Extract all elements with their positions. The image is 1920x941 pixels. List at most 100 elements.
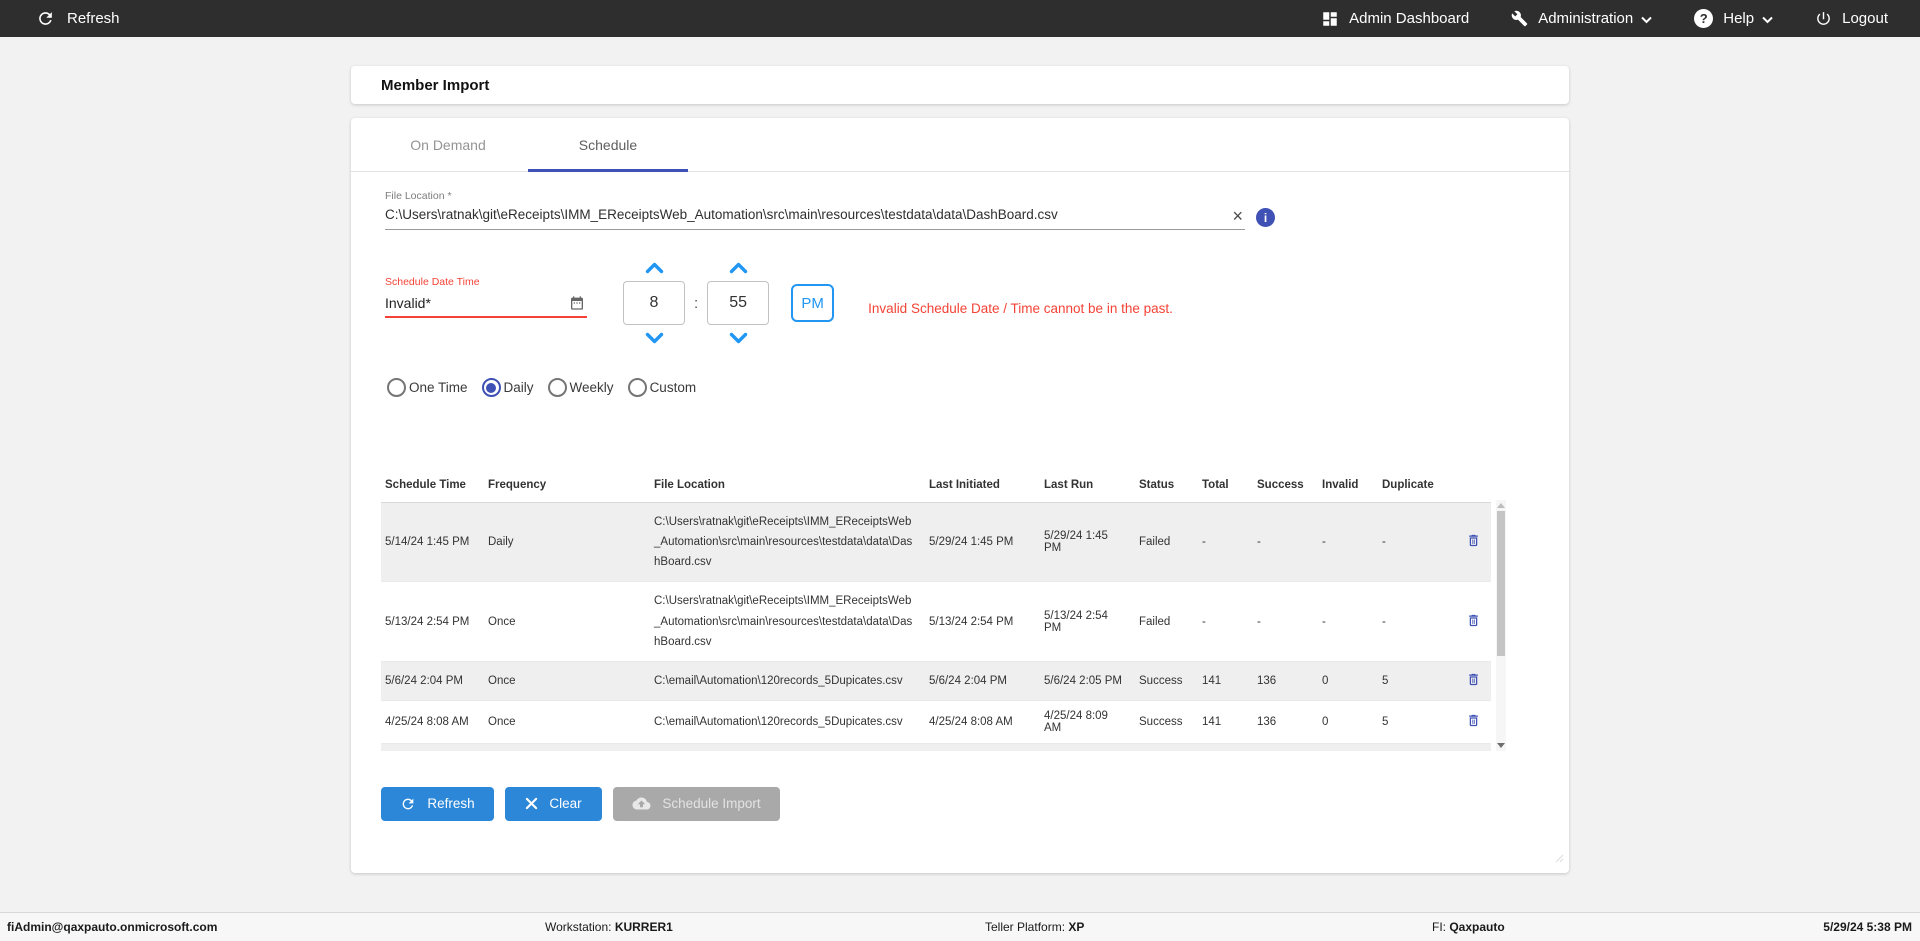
navbar-logout-button[interactable]: Logout (1815, 10, 1888, 27)
navbar-admin-dashboard[interactable]: Admin Dashboard (1321, 10, 1469, 28)
schedule-date-input[interactable]: Invalid* (385, 288, 587, 318)
navbar-help-menu[interactable]: ? Help (1694, 9, 1773, 28)
col-duplicate: Duplicate (1378, 473, 1456, 503)
scrollbar-down-arrow-icon[interactable] (1497, 742, 1505, 748)
col-file-location: File Location (650, 473, 925, 503)
cell-status: Failed (1135, 581, 1198, 662)
time-colon: : (694, 294, 699, 312)
table-row: 5/14/24 1:45 PM Daily C:\Users\ratnak\gi… (381, 502, 1491, 583)
schedule-import-button[interactable]: Schedule Import (613, 786, 780, 821)
cell-last-run: 5/29/24 1:45 PM (1040, 502, 1135, 583)
table-row: 5/13/24 2:54 PM Once C:\Users\ratnak\git… (381, 581, 1491, 662)
cell-last-initiated: 5/29/24 1:45 PM (925, 502, 1040, 583)
minute-value: 55 (729, 294, 748, 311)
info-icon[interactable]: i (1256, 208, 1275, 227)
member-import-panel: On Demand Schedule File Location * C:\Us… (351, 118, 1569, 873)
cell-file-location: C:\email\Automation\120records_5Dupicate… (650, 661, 925, 701)
page-title-card: Member Import (351, 66, 1569, 104)
minute-decrement-button[interactable] (723, 330, 754, 346)
resize-grip-icon (1555, 850, 1564, 868)
cell-last-run: 5/6/24 2:05 PM (1040, 661, 1135, 701)
cell-duplicate: - (1378, 581, 1456, 662)
radio-circle-icon (547, 378, 567, 397)
hour-increment-button[interactable] (639, 260, 670, 276)
schedule-error-message: Invalid Schedule Date / Time cannot be i… (868, 300, 1173, 316)
refresh-icon (400, 796, 416, 812)
radio-weekly-label: Weekly (569, 380, 614, 395)
navbar-help-label: Help (1723, 10, 1755, 27)
cell-total: - (1198, 502, 1253, 583)
radio-custom-label: Custom (649, 380, 697, 395)
tab-on-demand[interactable]: On Demand (368, 118, 528, 171)
col-invalid: Invalid (1318, 473, 1378, 503)
footer-fi-value: Qaxpauto (1449, 920, 1505, 934)
minute-increment-button[interactable] (723, 260, 754, 276)
footer-teller-platform: Teller Platform: XP (985, 920, 1084, 934)
table-bottom-strip (381, 743, 1491, 751)
delete-schedule-button[interactable] (1466, 712, 1481, 729)
cell-file-location: C:\Users\ratnak\git\eReceipts\IMM_ERecei… (650, 581, 925, 662)
cell-file-location: C:\Users\ratnak\git\eReceipts\IMM_ERecei… (650, 502, 925, 583)
cell-frequency: Daily (484, 502, 650, 583)
table-scrollbar[interactable] (1496, 500, 1506, 751)
help-icon: ? (1694, 9, 1714, 28)
cell-last-initiated: 5/13/24 2:54 PM (925, 581, 1040, 662)
file-location-input[interactable]: C:\Users\ratnak\git\eReceipts\IMM_ERecei… (385, 207, 1275, 230)
navbar-admin-dashboard-label: Admin Dashboard (1349, 10, 1470, 27)
navbar-refresh-button[interactable]: Refresh (36, 9, 120, 28)
delete-schedule-button[interactable] (1466, 612, 1481, 629)
navbar-logout-label: Logout (1842, 10, 1888, 27)
clear-input-icon[interactable]: × (1232, 207, 1245, 225)
scrollbar-thumb[interactable] (1497, 511, 1505, 656)
cloud-upload-icon (632, 796, 651, 811)
cell-invalid: 0 (1318, 700, 1378, 744)
status-bar: fiAdmin@qaxpauto.onmicrosoft.com Worksta… (0, 912, 1920, 941)
delete-schedule-button[interactable] (1466, 671, 1481, 688)
refresh-button[interactable]: Refresh (381, 786, 494, 821)
cell-frequency: Once (484, 700, 650, 744)
col-total: Total (1198, 473, 1253, 503)
file-location-label: File Location * (385, 190, 452, 202)
schedule-date-value: Invalid* (385, 295, 431, 311)
cell-schedule-time: 5/13/24 2:54 PM (381, 581, 484, 662)
page-title: Member Import (381, 76, 490, 94)
x-icon (525, 797, 538, 810)
navbar-administration-menu[interactable]: Administration (1511, 10, 1652, 27)
radio-circle-icon (627, 378, 647, 397)
hour-input[interactable]: 8 (623, 281, 685, 325)
radio-custom[interactable]: Custom (627, 378, 697, 397)
footer-teller-label: Teller Platform: (985, 920, 1066, 934)
col-frequency: Frequency (484, 473, 650, 503)
clear-button[interactable]: Clear (505, 786, 602, 821)
cell-success: 136 (1253, 700, 1318, 744)
table-header-row: Schedule Time Frequency File Location La… (381, 473, 1491, 503)
col-last-initiated: Last Initiated (925, 473, 1040, 503)
top-navbar: Refresh Admin Dashboard Administration ?… (0, 0, 1920, 37)
delete-schedule-button[interactable] (1466, 532, 1481, 549)
radio-one-time[interactable]: One Time (387, 378, 468, 397)
action-buttons-row: Refresh Clear Schedule Import (381, 786, 1569, 821)
cell-success: - (1253, 502, 1318, 583)
navbar-refresh-label: Refresh (67, 10, 120, 27)
tab-bar: On Demand Schedule (351, 118, 1569, 172)
hour-decrement-button[interactable] (639, 330, 670, 346)
scrollbar-up-arrow-icon[interactable] (1497, 503, 1505, 508)
footer-workstation-value: KURRER1 (614, 920, 673, 934)
cell-invalid: 0 (1318, 661, 1378, 701)
calendar-icon[interactable] (569, 295, 585, 311)
cell-schedule-time: 5/6/24 2:04 PM (381, 661, 484, 701)
radio-circle-icon (481, 378, 501, 397)
clear-button-label: Clear (549, 796, 582, 812)
cell-duplicate: - (1378, 502, 1456, 583)
radio-one-time-label: One Time (409, 380, 468, 395)
cell-success: 136 (1253, 661, 1318, 701)
power-icon (1815, 10, 1832, 27)
cell-last-run: 4/25/24 8:09 AM (1040, 700, 1135, 744)
meridiem-toggle-button[interactable]: PM (791, 284, 835, 322)
radio-weekly[interactable]: Weekly (547, 378, 614, 397)
schedule-date-field: Schedule Date Time Invalid* (385, 260, 587, 318)
minute-input[interactable]: 55 (707, 281, 770, 325)
cell-status: Success (1135, 700, 1198, 744)
tab-schedule[interactable]: Schedule (528, 118, 688, 172)
radio-daily[interactable]: Daily (481, 378, 534, 397)
